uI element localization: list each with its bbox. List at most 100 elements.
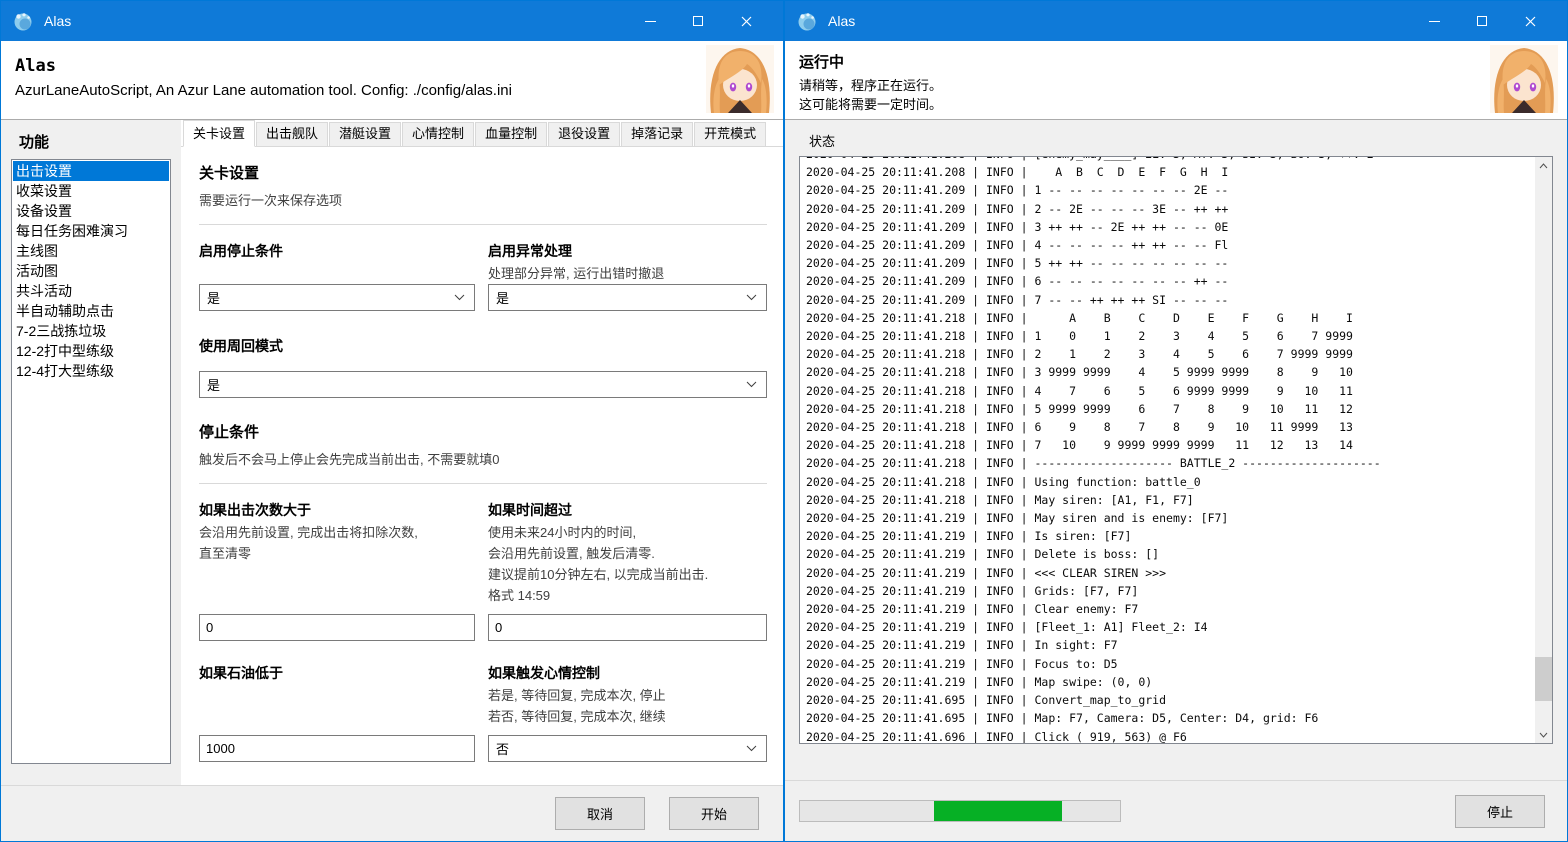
sidebar-item[interactable]: 主线图 xyxy=(13,241,169,261)
if-mood-select[interactable]: 否 xyxy=(488,735,767,762)
divider xyxy=(199,483,767,484)
maximize-icon[interactable] xyxy=(1458,1,1506,41)
log-line: 2020-04-25 20:11:41.219 | INFO | <<< CLE… xyxy=(806,564,1535,582)
sidebar-item[interactable]: 每日任务困难演习 xyxy=(13,221,169,241)
log-line: 2020-04-25 20:11:41.218 | INFO | 2 1 2 3… xyxy=(806,345,1535,363)
if-time-input[interactable] xyxy=(488,614,767,641)
sidebar-item[interactable]: 收菜设置 xyxy=(13,181,169,201)
page-heading: 关卡设置 xyxy=(199,162,767,183)
enable-stop-label: 启用停止条件 xyxy=(199,236,475,284)
tab[interactable]: 关卡设置 xyxy=(183,120,255,147)
sidebar: 功能 出击设置收菜设置设备设置每日任务困难演习主线图活动图共斗活动半自动辅助点击… xyxy=(1,120,181,785)
progress-bar xyxy=(799,800,1121,822)
log-line: 2020-04-25 20:11:41.209 | INFO | 3 ++ ++… xyxy=(806,218,1535,236)
sidebar-item[interactable]: 活动图 xyxy=(13,261,169,281)
close-icon[interactable] xyxy=(722,1,770,41)
log-line: 2020-04-25 20:11:41.218 | INFO | 6 9 8 7… xyxy=(806,418,1535,436)
maximize-icon[interactable] xyxy=(674,1,722,41)
log-line: 2020-04-25 20:11:41.218 | INFO | 1 0 1 2… xyxy=(806,327,1535,345)
function-list[interactable]: 出击设置收菜设置设备设置每日任务困难演习主线图活动图共斗活动半自动辅助点击7-2… xyxy=(11,159,171,764)
tab[interactable]: 潜艇设置 xyxy=(329,122,401,146)
if-oil-input[interactable] xyxy=(199,735,475,762)
log-line: 2020-04-25 20:11:41.218 | INFO | 7 10 9 … xyxy=(806,436,1535,454)
app-subtitle: AzurLaneAutoScript, An Azur Lane automat… xyxy=(15,82,706,99)
log-line: 2020-04-25 20:11:41.219 | INFO | Is sire… xyxy=(806,527,1535,545)
log-content: 2020-04-25 20:11:41.208 | INFO | [enemy_… xyxy=(806,157,1535,743)
titlebar[interactable]: Alas xyxy=(785,1,1567,41)
avatar xyxy=(1490,45,1558,113)
running-title: 运行中 xyxy=(799,51,1490,72)
settings-window: Alas Alas AzurLaneAutoScript, An Azur La… xyxy=(0,0,784,842)
progress-chunk xyxy=(934,801,1062,821)
scrollbar-thumb[interactable] xyxy=(1535,657,1552,701)
window-title: Alas xyxy=(828,13,1410,29)
log-line: 2020-04-25 20:11:41.218 | INFO | 3 9999 … xyxy=(806,363,1535,381)
tab[interactable]: 心情控制 xyxy=(402,122,474,146)
if-time-help: 格式 14:59 xyxy=(488,585,767,606)
if-mood-help: 若否, 等待回复, 完成本次, 继续 xyxy=(488,706,767,727)
log-line: 2020-04-25 20:11:41.219 | INFO | In sigh… xyxy=(806,636,1535,654)
log-line: 2020-04-25 20:11:41.219 | INFO | Focus t… xyxy=(806,655,1535,673)
log-box: 2020-04-25 20:11:41.208 | INFO | [enemy_… xyxy=(799,156,1553,744)
running-subtitle: 这可能将需要一定时间。 xyxy=(799,95,1490,114)
loop-mode-label: 使用周回模式 xyxy=(199,331,767,356)
log-line: 2020-04-25 20:11:41.219 | INFO | May sir… xyxy=(806,509,1535,527)
enable-exception-label: 启用异常处理 xyxy=(488,236,767,261)
tab[interactable]: 退役设置 xyxy=(548,122,620,146)
footer: 停止 xyxy=(785,780,1567,841)
start-button[interactable]: 开始 xyxy=(669,797,759,830)
running-window: Alas 运行中 请稍等，程序正在运行。 这可能将需要一定时间。 xyxy=(784,0,1568,842)
log-line: 2020-04-25 20:11:41.218 | INFO | Using f… xyxy=(806,473,1535,491)
log-line: 2020-04-25 20:11:41.218 | INFO | May sir… xyxy=(806,491,1535,509)
scroll-up-icon[interactable] xyxy=(1535,157,1552,174)
if-oil-label: 如果石油低于 xyxy=(199,658,475,683)
tab[interactable]: 掉落记录 xyxy=(621,122,693,146)
sidebar-item[interactable]: 设备设置 xyxy=(13,201,169,221)
sidebar-heading: 功能 xyxy=(1,120,181,159)
tab-strip: 关卡设置出击舰队潜艇设置心情控制血量控制退役设置掉落记录开荒模式 xyxy=(181,120,783,146)
log-scrollbar[interactable] xyxy=(1535,157,1552,743)
page-subtitle: 需要运行一次来保存选项 xyxy=(199,190,767,211)
titlebar[interactable]: Alas xyxy=(1,1,783,41)
divider xyxy=(199,224,767,225)
minimize-icon[interactable] xyxy=(626,1,674,41)
footer: 取消 开始 xyxy=(1,785,783,841)
app-logo-icon xyxy=(796,10,818,32)
minimize-icon[interactable] xyxy=(1410,1,1458,41)
if-time-help: 使用未来24小时内的时间, xyxy=(488,522,767,543)
sidebar-item[interactable]: 7-2三战拣垃圾 xyxy=(13,321,169,341)
log-view[interactable]: 2020-04-25 20:11:41.208 | INFO | [enemy_… xyxy=(800,157,1535,743)
enable-stop-select[interactable]: 是 xyxy=(199,284,475,311)
sidebar-item[interactable]: 出击设置 xyxy=(13,161,169,181)
enable-exception-select[interactable]: 是 xyxy=(488,284,767,311)
log-line: 2020-04-25 20:11:41.219 | INFO | Clear e… xyxy=(806,600,1535,618)
log-line: 2020-04-25 20:11:41.696 | INFO | Click (… xyxy=(806,728,1535,744)
sidebar-item[interactable]: 12-2打中型练级 xyxy=(13,341,169,361)
if-count-input[interactable] xyxy=(199,614,475,641)
log-line: 2020-04-25 20:11:41.219 | INFO | Grids: … xyxy=(806,582,1535,600)
log-line: 2020-04-25 20:11:41.209 | INFO | 2 -- 2E… xyxy=(806,200,1535,218)
if-count-help: 会沿用先前设置, 完成出击将扣除次数, xyxy=(199,522,475,543)
window-title: Alas xyxy=(44,13,626,29)
tab[interactable]: 出击舰队 xyxy=(256,122,328,146)
cancel-button[interactable]: 取消 xyxy=(555,797,645,830)
app-header: 运行中 请稍等，程序正在运行。 这可能将需要一定时间。 xyxy=(785,41,1567,120)
sidebar-item[interactable]: 共斗活动 xyxy=(13,281,169,301)
tab[interactable]: 血量控制 xyxy=(475,122,547,146)
if-time-help: 会沿用先前设置, 触发后清零. xyxy=(488,543,767,564)
log-line: 2020-04-25 20:11:41.218 | INFO | 4 7 6 5… xyxy=(806,382,1535,400)
close-icon[interactable] xyxy=(1506,1,1554,41)
scroll-down-icon[interactable] xyxy=(1535,726,1552,743)
tab-page-stage-settings: 关卡设置 需要运行一次来保存选项 启用停止条件 启用异常处理 处理部分异常, 运… xyxy=(181,146,783,785)
status-label: 状态 xyxy=(799,126,1553,156)
avatar xyxy=(706,45,774,113)
stop-button[interactable]: 停止 xyxy=(1455,795,1545,828)
tab[interactable]: 开荒模式 xyxy=(694,122,766,146)
log-line: 2020-04-25 20:11:41.209 | INFO | 7 -- --… xyxy=(806,291,1535,309)
running-subtitle: 请稍等，程序正在运行。 xyxy=(799,76,1490,95)
chevron-down-icon xyxy=(746,381,757,388)
sidebar-item[interactable]: 12-4打大型练级 xyxy=(13,361,169,381)
sidebar-item[interactable]: 半自动辅助点击 xyxy=(13,301,169,321)
log-line: 2020-04-25 20:11:41.218 | INFO | A B C D… xyxy=(806,309,1535,327)
loop-mode-select[interactable]: 是 xyxy=(199,371,767,398)
